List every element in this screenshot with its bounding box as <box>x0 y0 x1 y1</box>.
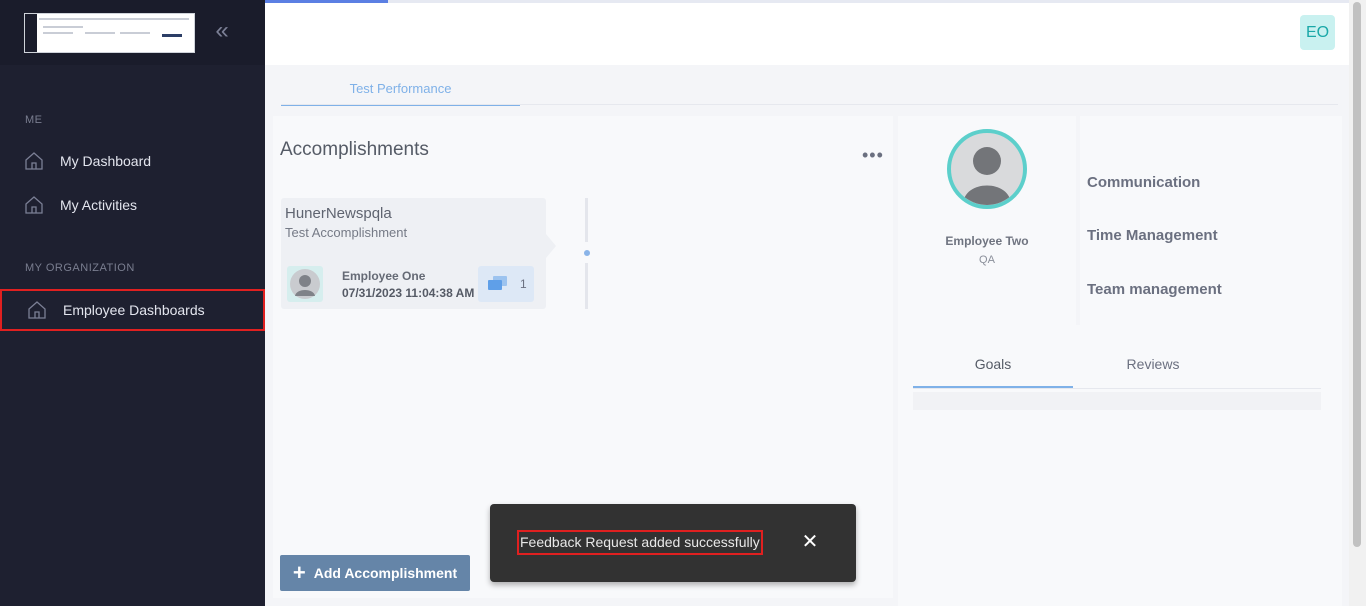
double-chevron-left-icon[interactable]: « <box>210 19 234 44</box>
employee-role: QA <box>979 254 995 266</box>
add-accomplishment-button[interactable]: + Add Accomplishment <box>280 555 470 591</box>
tabs-divider <box>913 388 1321 389</box>
sidebar-item-my-activities[interactable]: My Activities <box>0 185 265 225</box>
toast-message: Feedback Request added successfully <box>517 530 763 555</box>
scrollbar-thumb[interactable] <box>1353 2 1361 547</box>
skill-item: Time Management <box>1087 227 1218 244</box>
plus-icon: + <box>292 560 306 585</box>
company-logo[interactable] <box>24 13 195 53</box>
accomplishment-date: 07/31/2023 11:04:38 AM <box>342 286 475 300</box>
employee-profile-icon <box>947 129 1027 209</box>
add-accomplishment-label: Add Accomplishment <box>313 565 458 581</box>
accomplishments-title: Accomplishments <box>280 139 429 160</box>
user-avatar[interactable]: EO <box>1300 15 1335 50</box>
accomplishment-description: Test Accomplishment <box>285 225 408 240</box>
skill-item: Team management <box>1087 281 1222 298</box>
accomplishment-name: HunerNewspqla <box>285 205 392 222</box>
timeline-line <box>585 263 588 309</box>
home-icon <box>28 301 46 319</box>
home-icon <box>25 196 43 214</box>
skill-item: Communication <box>1087 174 1201 191</box>
employee-avatar-icon <box>287 266 323 302</box>
close-icon[interactable]: ✕ <box>800 532 820 552</box>
timeline-line <box>585 198 588 242</box>
tab-content-header <box>913 392 1321 410</box>
comment-button[interactable]: 1 <box>478 266 534 302</box>
comment-icon <box>488 276 507 290</box>
tab-goals[interactable]: Goals <box>913 348 1073 388</box>
home-icon <box>25 152 43 170</box>
accomplishment-employee: Employee One <box>342 269 426 283</box>
sidebar-item-my-dashboard[interactable]: My Dashboard <box>0 141 265 181</box>
progress-track <box>388 0 1349 3</box>
accomplishment-pointer <box>546 234 556 258</box>
sidebar: « ME My Dashboard My Activities MY ORGAN… <box>0 0 265 606</box>
tab-reviews[interactable]: Reviews <box>1073 348 1233 388</box>
section-label-me: ME <box>25 114 43 126</box>
more-options-icon[interactable]: ••• <box>862 145 884 166</box>
timeline-dot <box>584 250 590 256</box>
top-bar: EO <box>265 0 1349 65</box>
tab-divider <box>281 104 1338 105</box>
page-scrollbar[interactable] <box>1349 0 1366 606</box>
employee-name: Employee Two <box>945 234 1029 248</box>
tab-test-performance[interactable]: Test Performance <box>281 81 520 106</box>
sidebar-item-label: Employee Dashboards <box>63 302 205 318</box>
sidebar-item-label: My Activities <box>60 197 138 213</box>
logo-bar: « <box>0 0 265 65</box>
sidebar-item-employee-dashboards[interactable]: Employee Dashboards <box>0 289 265 331</box>
section-label-my-organization: MY ORGANIZATION <box>25 262 135 274</box>
sidebar-item-label: My Dashboard <box>60 153 152 169</box>
progress-bar <box>265 0 388 3</box>
comment-count: 1 <box>520 277 527 291</box>
